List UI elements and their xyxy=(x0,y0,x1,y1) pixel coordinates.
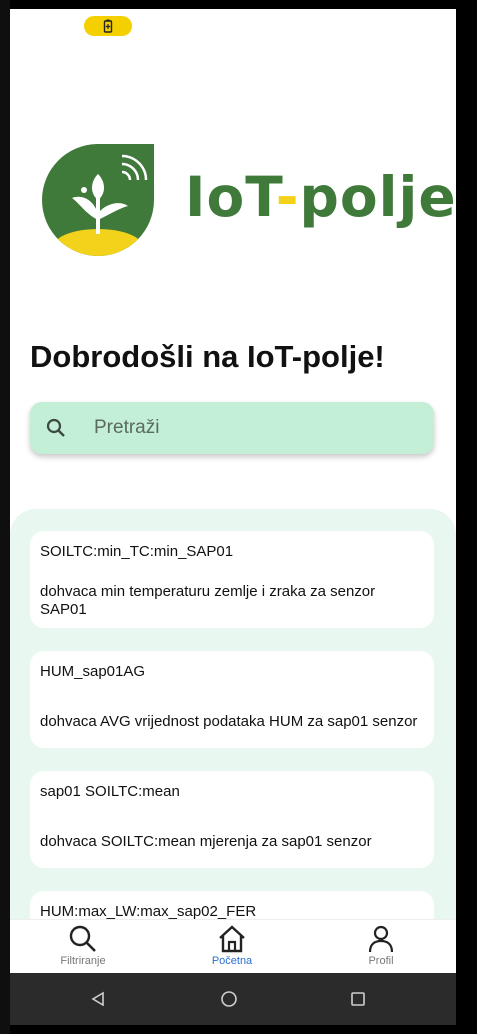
system-navigation-bar xyxy=(10,973,456,1025)
list-item[interactable]: HUM_sap01AG dohvaca AVG vrijednost podat… xyxy=(30,651,434,748)
search-input[interactable] xyxy=(92,416,396,440)
home-circle-icon[interactable] xyxy=(220,990,238,1008)
search-icon xyxy=(46,418,65,437)
list-item-description: dohvaca AVG vrijednost podataka HUM za s… xyxy=(40,713,418,730)
nav-label: Početna xyxy=(211,955,253,967)
app-logo-icon xyxy=(38,142,156,261)
back-icon[interactable] xyxy=(90,991,106,1007)
endpoint-list[interactable]: SOILTC:min_TC:min_SAP01 dohvaca min temp… xyxy=(10,509,456,951)
page-title: Dobrodošli na IoT-polje! xyxy=(30,339,385,374)
device-frame-right xyxy=(456,0,477,1034)
nav-item-pocetna[interactable]: Početna xyxy=(177,920,287,974)
battery-saver-icon xyxy=(84,16,132,36)
list-item[interactable]: sap01 SOILTC:mean dohvaca SOILTC:mean mj… xyxy=(30,771,434,868)
bottom-navigation: Filtriranje Početna Profil xyxy=(10,919,456,974)
search-bar[interactable] xyxy=(30,402,434,454)
list-item-description: dohvaca SOILTC:mean mjerenja za sap01 se… xyxy=(40,833,372,850)
nav-label: Profil xyxy=(368,955,394,967)
list-item-description: dohvaca min temperaturu zemlje i zraka z… xyxy=(40,583,376,618)
list-item-title: sap01 SOILTC:mean xyxy=(40,783,180,800)
user-icon xyxy=(368,925,394,953)
nav-item-filtriranje[interactable]: Filtriranje xyxy=(28,920,138,974)
device-frame-left xyxy=(0,0,10,1034)
list-item-title: HUM_sap01AG xyxy=(40,663,146,680)
list-item-title: SOILTC:min_TC:min_SAP01 xyxy=(40,543,234,560)
logo-wordmark: IoT-polje xyxy=(185,165,456,229)
nav-item-profil[interactable]: Profil xyxy=(326,920,436,974)
home-icon xyxy=(219,925,245,953)
nav-label: Filtriranje xyxy=(60,955,106,967)
list-item[interactable]: SOILTC:min_TC:min_SAP01 dohvaca min temp… xyxy=(30,531,434,628)
recents-icon[interactable] xyxy=(350,991,366,1007)
app-screen: IoT-polje Dobrodošli na IoT-polje! SOILT… xyxy=(10,9,456,1025)
search-icon xyxy=(69,925,96,952)
